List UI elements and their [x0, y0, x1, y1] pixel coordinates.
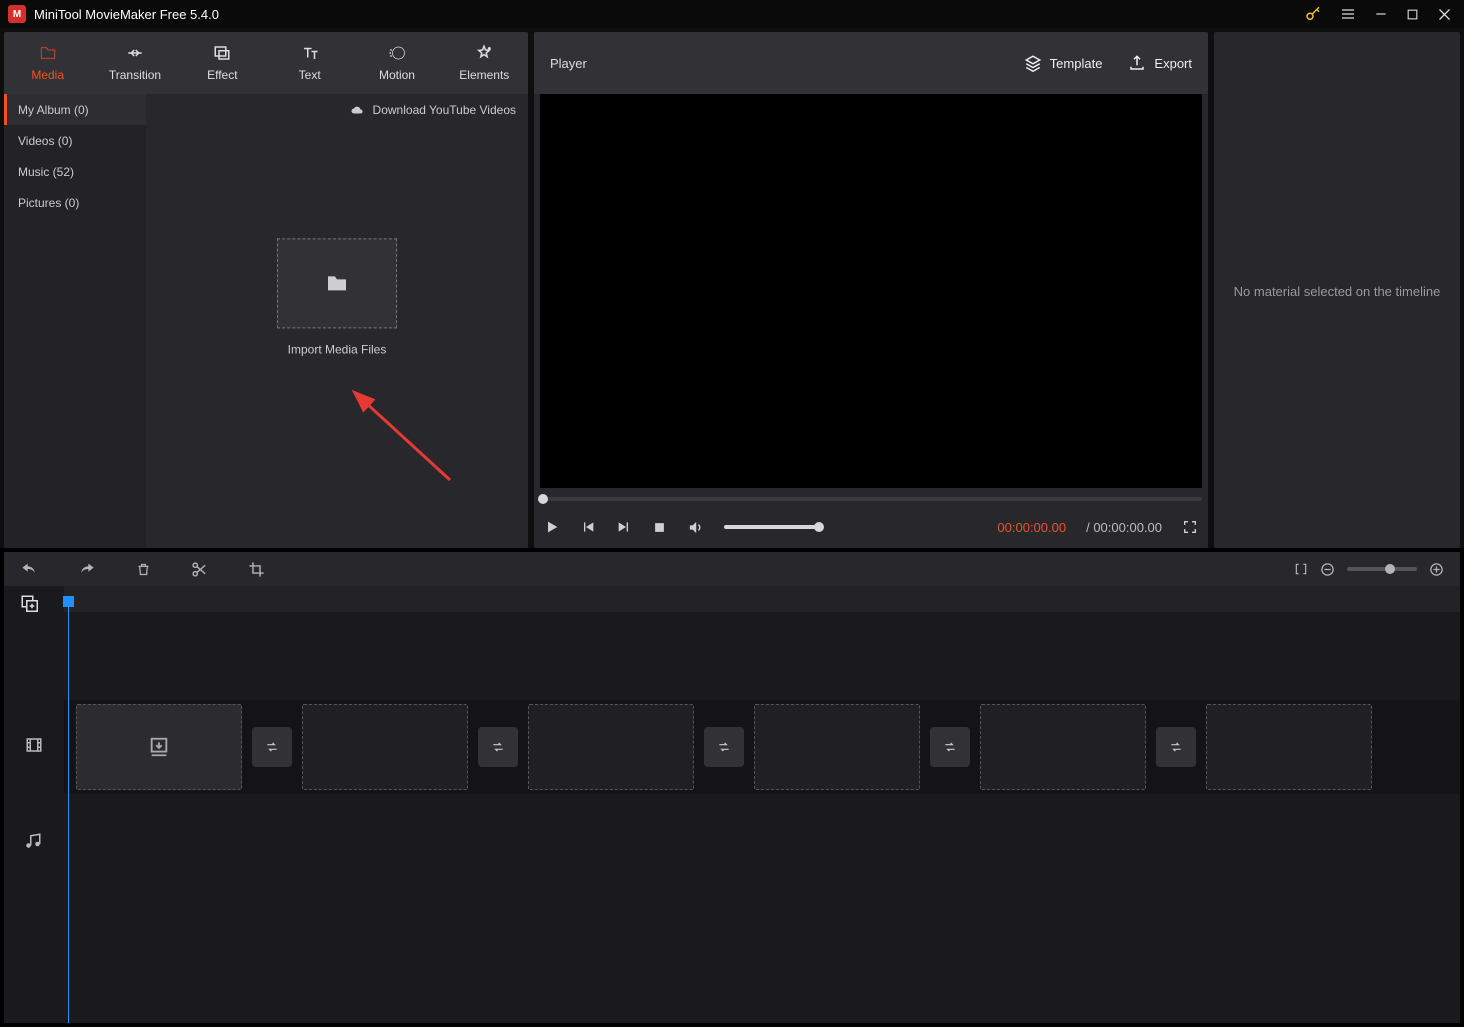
timeline-transition-slot[interactable]	[930, 727, 970, 767]
tab-motion[interactable]: Motion	[353, 32, 440, 94]
player-viewport[interactable]	[540, 94, 1202, 488]
time-current: 00:00:00.00	[997, 520, 1066, 535]
volume-slider[interactable]	[724, 525, 820, 529]
timeline-text-lane[interactable]	[64, 612, 1460, 700]
export-icon	[1128, 54, 1146, 72]
import-clip-icon	[148, 736, 170, 758]
tab-media-label: Media	[31, 68, 64, 82]
cloud-download-icon	[349, 104, 365, 116]
redo-button[interactable]	[78, 561, 96, 577]
app-title: MiniTool MovieMaker Free 5.4.0	[34, 7, 1304, 22]
split-button[interactable]	[191, 561, 208, 578]
properties-empty-message: No material selected on the timeline	[1214, 284, 1460, 299]
tab-effect-label: Effect	[207, 68, 237, 82]
crop-button[interactable]	[248, 561, 265, 578]
folder-icon	[323, 271, 351, 295]
next-frame-button[interactable]	[616, 519, 632, 535]
download-youtube-link[interactable]: Download YouTube Videos	[349, 94, 516, 125]
timeline-playhead[interactable]	[68, 598, 69, 1023]
tab-elements-label: Elements	[459, 68, 509, 82]
zoom-in-button[interactable]	[1429, 562, 1444, 577]
timeline[interactable]	[4, 586, 1460, 1023]
tab-motion-label: Motion	[379, 68, 415, 82]
zoom-fit-button[interactable]	[1294, 561, 1308, 577]
fullscreen-button[interactable]	[1182, 519, 1198, 535]
sidebar-item-label: My Album (0)	[18, 103, 89, 117]
timeline-gutter	[4, 586, 64, 1023]
template-button[interactable]: Template	[1024, 54, 1103, 72]
play-button[interactable]	[544, 519, 560, 535]
tab-text-label: Text	[299, 68, 321, 82]
sidebar-item-album[interactable]: My Album (0)	[4, 94, 146, 125]
timeline-transition-slot[interactable]	[704, 727, 744, 767]
properties-panel: No material selected on the timeline	[1214, 32, 1460, 548]
zoom-out-button[interactable]	[1320, 562, 1335, 577]
minimize-button[interactable]	[1374, 7, 1388, 21]
audio-track-icon	[24, 831, 42, 851]
seek-slider[interactable]	[540, 497, 1202, 501]
time-total: / 00:00:00.00	[1086, 520, 1162, 535]
tab-transition-label: Transition	[109, 68, 161, 82]
timeline-transition-slot[interactable]	[252, 727, 292, 767]
media-panel: Media Transition Effect Text Motion Elem…	[4, 32, 528, 548]
timeline-toolbar	[4, 552, 1460, 586]
export-label: Export	[1154, 56, 1192, 71]
sidebar-item-videos[interactable]: Videos (0)	[4, 125, 146, 156]
maximize-button[interactable]	[1406, 8, 1419, 21]
app-icon: M	[8, 5, 26, 23]
stop-button[interactable]	[652, 520, 667, 535]
timeline-video-lane[interactable]	[64, 700, 1460, 794]
tab-effect[interactable]: Effect	[179, 32, 266, 94]
timeline-clip-slot[interactable]	[76, 704, 242, 790]
tab-media[interactable]: Media	[4, 32, 91, 94]
media-sidebar: My Album (0) Videos (0) Music (52) Pictu…	[4, 94, 146, 548]
timeline-audio-lane[interactable]	[64, 794, 1460, 888]
main-tabs: Media Transition Effect Text Motion Elem…	[4, 32, 528, 94]
sidebar-item-label: Pictures (0)	[18, 196, 79, 210]
close-button[interactable]	[1437, 7, 1452, 22]
import-media-label: Import Media Files	[277, 342, 397, 356]
timeline-ruler[interactable]	[64, 586, 1460, 612]
media-content: Download YouTube Videos Import Media Fil…	[146, 94, 528, 548]
zoom-slider[interactable]	[1347, 567, 1417, 571]
tab-elements[interactable]: Elements	[441, 32, 528, 94]
download-youtube-label: Download YouTube Videos	[373, 103, 516, 117]
add-track-button[interactable]	[20, 594, 38, 612]
timeline-clip-slot[interactable]	[302, 704, 468, 790]
tab-text[interactable]: Text	[266, 32, 353, 94]
player-panel: Player Template Export 00:00:	[534, 32, 1208, 548]
import-media-dropzone[interactable]	[277, 238, 397, 328]
player-title: Player	[550, 56, 998, 71]
sidebar-item-pictures[interactable]: Pictures (0)	[4, 187, 146, 218]
timeline-clip-slot[interactable]	[980, 704, 1146, 790]
undo-button[interactable]	[20, 561, 38, 577]
video-track-icon	[24, 736, 44, 754]
title-bar: M MiniTool MovieMaker Free 5.4.0	[0, 0, 1464, 28]
timeline-clip-slot[interactable]	[1206, 704, 1372, 790]
menu-icon[interactable]	[1340, 6, 1356, 22]
sidebar-item-label: Music (52)	[18, 165, 74, 179]
timeline-transition-slot[interactable]	[478, 727, 518, 767]
timeline-transition-slot[interactable]	[1156, 727, 1196, 767]
prev-frame-button[interactable]	[580, 519, 596, 535]
delete-button[interactable]	[136, 561, 151, 578]
volume-button[interactable]	[687, 519, 704, 536]
timeline-clip-slot[interactable]	[754, 704, 920, 790]
timeline-clip-slot[interactable]	[528, 704, 694, 790]
export-button[interactable]: Export	[1128, 54, 1192, 72]
template-label: Template	[1050, 56, 1103, 71]
template-icon	[1024, 54, 1042, 72]
upgrade-key-icon[interactable]	[1304, 5, 1322, 23]
sidebar-item-label: Videos (0)	[18, 134, 72, 148]
tab-transition[interactable]: Transition	[91, 32, 178, 94]
sidebar-item-music[interactable]: Music (52)	[4, 156, 146, 187]
